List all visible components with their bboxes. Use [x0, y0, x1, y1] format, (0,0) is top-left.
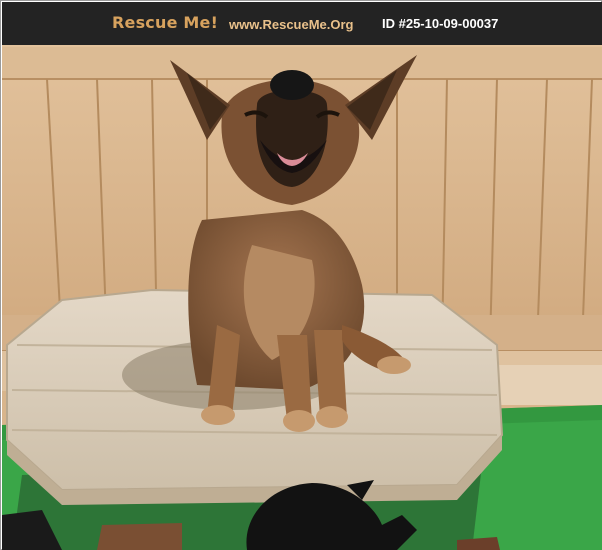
- dog-photo-illustration: [2, 45, 602, 550]
- page-frame: Rescue Me! www.RescueMe.Org ID #25-10-09…: [0, 0, 602, 550]
- brand-logo[interactable]: Rescue Me!: [112, 13, 218, 32]
- site-header: Rescue Me! www.RescueMe.Org ID #25-10-09…: [2, 2, 602, 45]
- pet-photo: [2, 45, 602, 550]
- site-url-link[interactable]: www.RescueMe.Org: [229, 17, 354, 32]
- listing-id: ID #25-10-09-00037: [382, 16, 499, 31]
